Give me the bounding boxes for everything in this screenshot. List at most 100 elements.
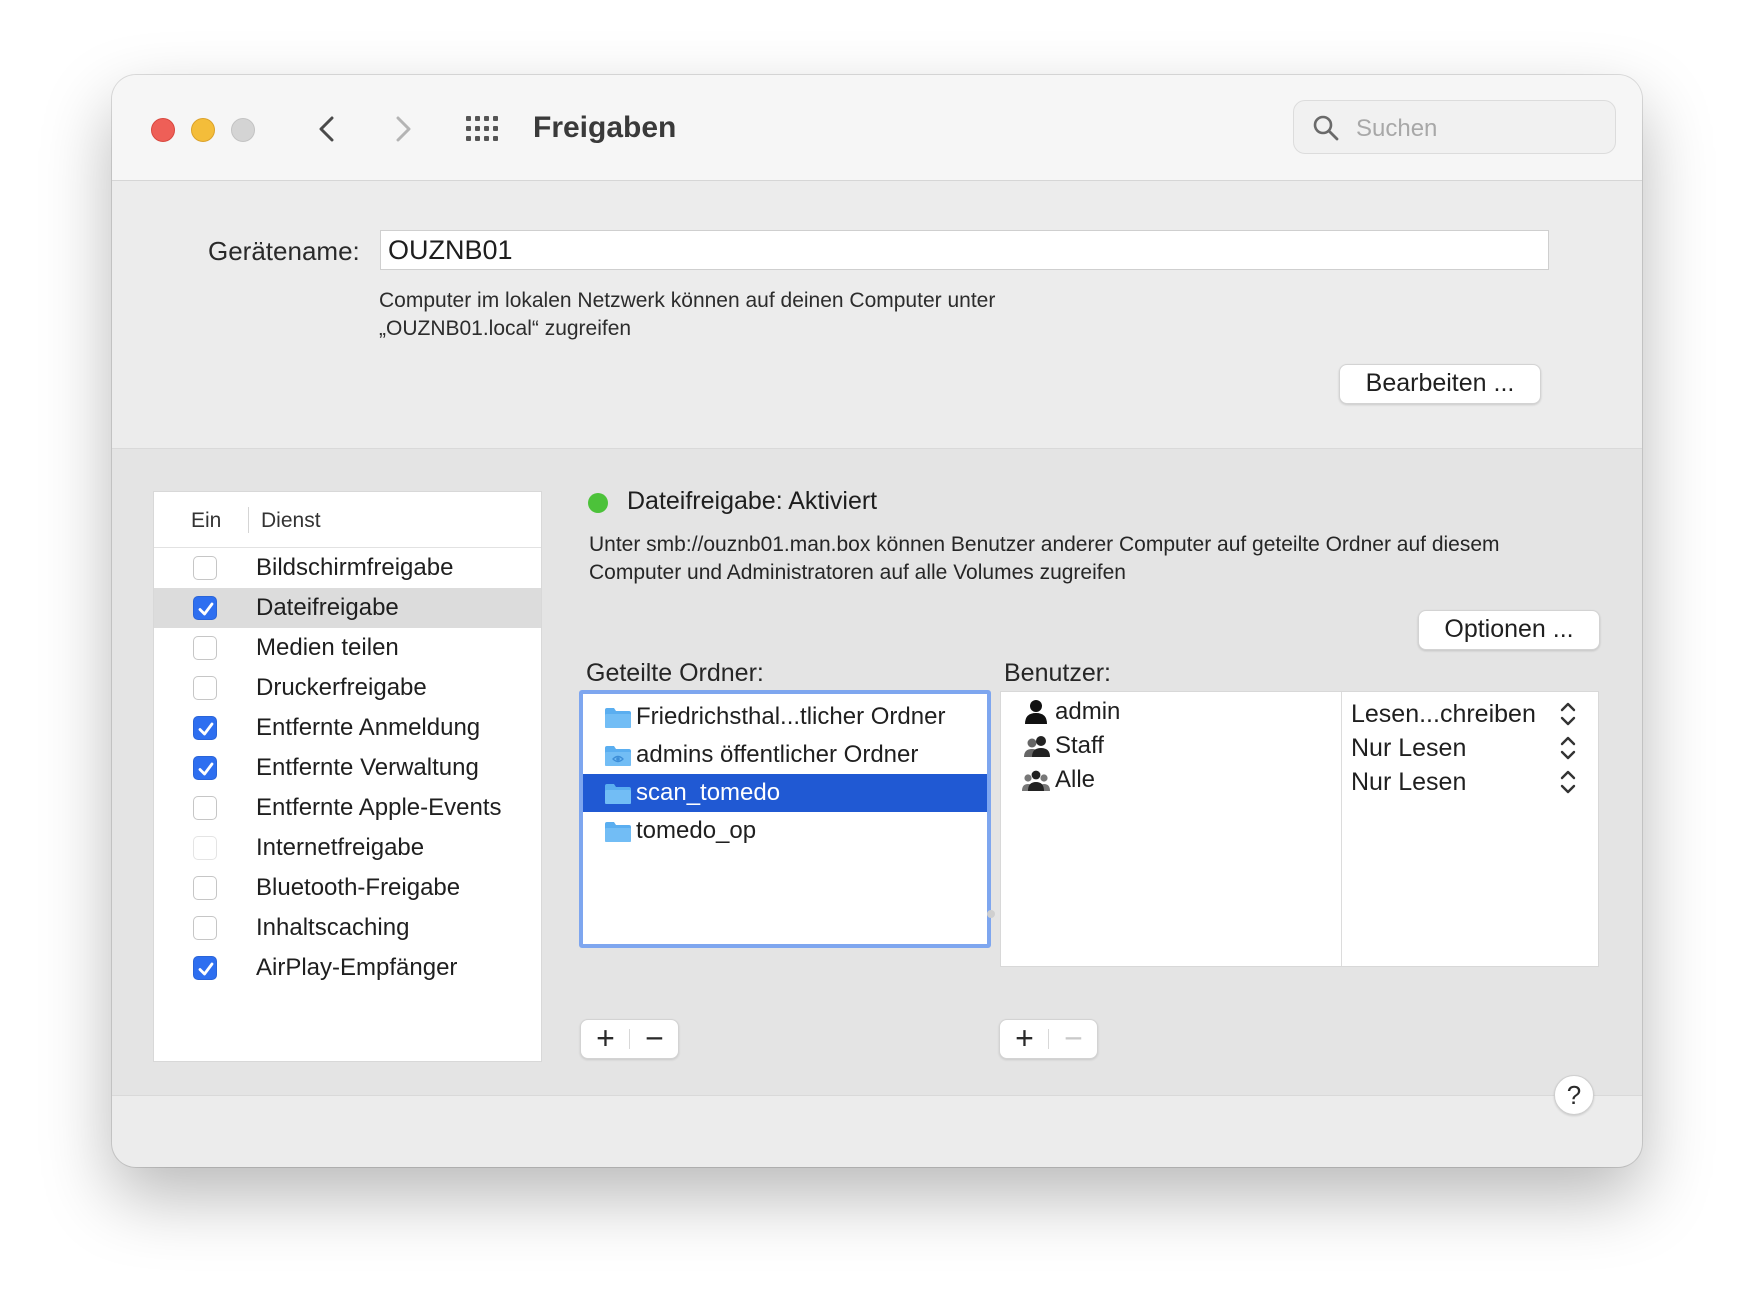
updown-chevron-icon[interactable] <box>1559 768 1577 796</box>
options-button[interactable]: Optionen ... <box>1418 610 1600 650</box>
status-indicator-icon <box>588 493 608 513</box>
service-checkbox[interactable] <box>193 916 217 940</box>
folder-row[interactable]: Friedrichsthal...tlicher Ordner <box>583 698 987 736</box>
back-button[interactable] <box>308 109 348 149</box>
column-header-service[interactable]: Dienst <box>261 509 321 533</box>
public-folder-icon <box>603 744 633 768</box>
services-rows: Bildschirmfreigabe Dateifreigabe Medien te… <box>154 548 541 988</box>
shared-folders-label: Geteilte Ordner: <box>586 659 764 687</box>
service-label: AirPlay-Empfänger <box>256 954 458 981</box>
service-label: Druckerfreigabe <box>256 674 427 701</box>
service-row[interactable]: Dateifreigabe <box>154 588 541 628</box>
service-info: Unter smb://ouznb01.man.box können Benut… <box>589 533 1500 584</box>
service-row[interactable]: Bildschirmfreigabe <box>154 548 541 588</box>
users-list[interactable]: admin Lesen...chreiben Staff Nur Lesen Alle N… <box>1000 691 1599 967</box>
folder-icon <box>603 706 633 730</box>
add-folder-button[interactable]: + <box>581 1020 630 1058</box>
folder-row[interactable]: admins öffentlicher Ordner <box>583 736 987 774</box>
user-icon <box>1021 698 1051 726</box>
device-name-section: Gerätename: OUZNB01 Computer im lokalen … <box>112 181 1642 448</box>
service-checkbox[interactable] <box>193 836 217 860</box>
users-add-remove-control: + − <box>999 1019 1098 1059</box>
service-label: Internetfreigabe <box>256 834 425 861</box>
service-row[interactable]: Druckerfreigabe <box>154 668 541 708</box>
service-checkbox[interactable] <box>193 716 217 740</box>
device-name-field[interactable]: OUZNB01 <box>380 230 1549 270</box>
remove-folder-button[interactable]: − <box>630 1020 679 1058</box>
users-label: Benutzer: <box>1004 659 1112 687</box>
service-row[interactable]: Bluetooth-Freigabe <box>154 868 541 908</box>
checkmark-icon <box>198 602 214 616</box>
device-name-description: Computer im lokalen Netzwerk können auf … <box>379 289 996 340</box>
service-row[interactable]: Entfernte Anmeldung <box>154 708 541 748</box>
service-label: Entfernte Anmeldung <box>256 714 481 741</box>
forward-button[interactable] <box>382 109 422 149</box>
chevron-left-icon <box>319 116 334 142</box>
search-icon <box>1313 115 1339 141</box>
service-checkbox[interactable] <box>193 596 217 620</box>
user-row[interactable]: admin Lesen...chreiben <box>1001 694 1598 732</box>
user-name: Alle <box>1055 766 1096 793</box>
chevron-right-icon <box>396 116 411 142</box>
service-label: Bluetooth-Freigabe <box>256 874 461 901</box>
updown-chevron-icon[interactable] <box>1559 734 1577 762</box>
checkmark-icon <box>198 722 214 736</box>
folder-icon <box>603 820 633 844</box>
user-row[interactable]: Staff Nur Lesen <box>1001 728 1598 766</box>
user-name: admin <box>1055 698 1121 725</box>
service-row[interactable]: Inhaltscaching <box>154 908 541 948</box>
service-row[interactable]: Entfernte Apple-Events <box>154 788 541 828</box>
search-field[interactable] <box>1293 100 1616 154</box>
folder-row[interactable]: tomedo_op <box>583 812 987 850</box>
add-user-button[interactable]: + <box>1000 1020 1049 1058</box>
service-checkbox[interactable] <box>193 956 217 980</box>
updown-chevron-icon[interactable] <box>1559 700 1577 728</box>
user-name: Staff <box>1055 732 1104 759</box>
search-input[interactable] <box>1354 111 1608 147</box>
minimize-button[interactable] <box>191 118 215 142</box>
service-checkbox[interactable] <box>193 876 217 900</box>
shared-folders-list[interactable]: Friedrichsthal...tlicher Ordner admins öf… <box>579 690 991 948</box>
help-button[interactable]: ? <box>1554 1075 1594 1115</box>
service-row[interactable]: Internetfreigabe <box>154 828 541 868</box>
checkmark-icon <box>198 962 214 976</box>
column-divider <box>248 507 249 533</box>
zoom-button[interactable] <box>231 118 255 142</box>
column-header-on[interactable]: Ein <box>191 509 221 533</box>
service-label: Dateifreigabe <box>256 594 399 621</box>
edit-button[interactable]: Bearbeiten ... <box>1339 364 1541 404</box>
folder-icon <box>603 782 633 806</box>
device-name-label: Gerätename: <box>208 236 360 266</box>
service-checkbox[interactable] <box>193 756 217 780</box>
folder-name: tomedo_op <box>636 817 757 844</box>
group-icon <box>1021 732 1051 760</box>
folders-add-remove-control: + − <box>580 1019 679 1059</box>
split-view-handle[interactable] <box>987 910 995 918</box>
service-checkbox[interactable] <box>193 636 217 660</box>
grid-icon <box>466 116 498 141</box>
service-checkbox[interactable] <box>193 796 217 820</box>
permission-popup[interactable]: Lesen...chreiben <box>1351 700 1536 729</box>
folder-name: scan_tomedo <box>636 779 781 806</box>
close-button[interactable] <box>151 118 175 142</box>
show-all-button[interactable] <box>464 113 502 147</box>
services-list: Ein Dienst Bildschirmfreigabe Dateifreiga… <box>153 491 542 1062</box>
services-list-header: Ein Dienst <box>154 492 541 548</box>
permission-popup[interactable]: Nur Lesen <box>1351 768 1466 797</box>
service-row[interactable]: AirPlay-Empfänger <box>154 948 541 988</box>
service-row[interactable]: Medien teilen <box>154 628 541 668</box>
everyone-icon <box>1021 766 1051 794</box>
service-checkbox[interactable] <box>193 676 217 700</box>
folder-name: admins öffentlicher Ordner <box>636 741 919 768</box>
permission-popup[interactable]: Nur Lesen <box>1351 734 1466 763</box>
service-label: Medien teilen <box>256 634 399 661</box>
service-label: Entfernte Apple-Events <box>256 794 502 821</box>
user-row[interactable]: Alle Nur Lesen <box>1001 762 1598 800</box>
service-status: Dateifreigabe: Aktiviert <box>627 487 878 515</box>
service-checkbox[interactable] <box>193 556 217 580</box>
sharing-panel: Ein Dienst Bildschirmfreigabe Dateifreiga… <box>112 448 1642 1096</box>
service-row[interactable]: Entfernte Verwaltung <box>154 748 541 788</box>
remove-user-button[interactable]: − <box>1049 1020 1098 1058</box>
folder-name: Friedrichsthal...tlicher Ordner <box>636 703 946 730</box>
folder-row[interactable]: scan_tomedo <box>583 774 987 812</box>
